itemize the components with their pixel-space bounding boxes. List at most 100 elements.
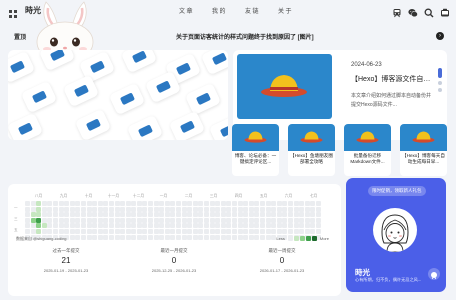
contribution-cell[interactable] [293,228,299,234]
contribution-cell[interactable] [125,228,131,234]
contribution-cell[interactable] [92,234,98,240]
contribution-cell[interactable] [80,234,86,240]
contribution-cell[interactable] [198,201,204,206]
contribution-cell[interactable] [153,206,159,212]
contribution-cell[interactable] [209,234,215,240]
contribution-cell[interactable] [92,223,98,229]
contribution-cell[interactable] [120,228,126,234]
contribution-cell[interactable] [131,212,137,218]
contribution-cell[interactable] [181,201,187,206]
contribution-cell[interactable] [192,206,198,212]
carousel-dot[interactable] [438,88,442,92]
contribution-cell[interactable] [259,223,265,229]
contribution-cell[interactable] [265,234,271,240]
contribution-cell[interactable] [226,223,232,229]
contribution-cell[interactable] [114,223,120,229]
contribution-cell[interactable] [86,206,92,212]
contribution-cell[interactable] [254,217,260,223]
contribution-cell[interactable] [125,201,131,206]
contribution-cell[interactable] [41,212,47,218]
contribution-cell[interactable] [52,201,58,206]
contribution-cell[interactable] [299,212,305,218]
contribution-cell[interactable] [293,206,299,212]
contribution-cell[interactable] [271,212,277,218]
contribution-cell[interactable] [237,228,243,234]
contribution-cell[interactable] [142,212,148,218]
contribution-cell[interactable] [192,228,198,234]
contribution-cell[interactable] [136,206,142,212]
heatmap-source[interactable]: 数据来自 @shiguang-coding [16,236,67,242]
contribution-cell[interactable] [64,223,70,229]
contribution-cell[interactable] [254,201,260,206]
avatar[interactable] [373,208,417,252]
contribution-cell[interactable] [287,201,293,206]
contribution-cell[interactable] [204,228,209,234]
contribution-cell[interactable] [181,212,187,218]
contribution-cell[interactable] [170,217,176,223]
contribution-cell[interactable] [315,228,321,234]
contribution-cell[interactable] [204,217,209,223]
contribution-cell[interactable] [164,201,170,206]
article-card[interactable]: 批量备份迁移Markdown文件... [344,124,391,176]
contribution-cell[interactable] [209,217,215,223]
contribution-cell[interactable] [282,206,288,212]
contribution-cell[interactable] [58,206,64,212]
contribution-cell[interactable] [108,206,114,212]
contribution-cell[interactable] [226,206,232,212]
contribution-cell[interactable] [181,206,187,212]
contribution-cell[interactable] [52,217,58,223]
contribution-cell[interactable] [287,217,293,223]
contribution-cell[interactable] [231,201,237,206]
contribution-cell[interactable] [187,212,193,218]
contribution-cell[interactable] [254,228,260,234]
contribution-cell[interactable] [108,228,114,234]
contribution-cell[interactable] [215,223,221,229]
contribution-cell[interactable] [215,228,221,234]
arrow-right-icon[interactable]: › [436,32,444,40]
contribution-cell[interactable] [159,206,165,212]
contribution-cell[interactable] [209,212,215,218]
contribution-cell[interactable] [164,223,170,229]
contribution-cell[interactable] [176,234,182,240]
contribution-cell[interactable] [97,228,103,234]
contribution-cell[interactable] [142,234,148,240]
contribution-cell[interactable] [114,206,120,212]
nav-item-friends[interactable]: 友链 [236,6,269,15]
contribution-cell[interactable] [248,206,254,212]
contribution-cell[interactable] [75,217,81,223]
contribution-cell[interactable] [125,206,131,212]
theme-icon[interactable] [440,5,450,17]
contribution-cell[interactable] [254,206,260,212]
contribution-cell[interactable] [41,201,47,206]
contribution-cell[interactable] [310,223,316,229]
contribution-cell[interactable] [36,201,42,206]
contribution-cell[interactable] [75,212,81,218]
contribution-cell[interactable] [276,217,282,223]
contribution-cell[interactable] [248,228,254,234]
contribution-cell[interactable] [80,206,86,212]
contribution-cell[interactable] [103,234,109,240]
contribution-cell[interactable] [198,206,204,212]
contribution-cell[interactable] [204,223,209,229]
contribution-cell[interactable] [64,228,70,234]
contribution-cell[interactable] [142,217,148,223]
contribution-cell[interactable] [226,234,232,240]
contribution-cell[interactable] [64,212,70,218]
contribution-cell[interactable] [30,206,36,212]
contribution-cell[interactable] [181,234,187,240]
contribution-cell[interactable] [310,217,316,223]
contribution-cell[interactable] [120,201,126,206]
contribution-cell[interactable] [64,206,70,212]
contribution-cell[interactable] [86,234,92,240]
contribution-cell[interactable] [47,201,53,206]
contribution-cell[interactable] [243,212,249,218]
contribution-cell[interactable] [170,223,176,229]
contribution-cell[interactable] [69,217,75,223]
contribution-cell[interactable] [120,234,126,240]
contribution-cell[interactable] [187,234,193,240]
contribution-cell[interactable] [271,228,277,234]
contribution-cell[interactable] [209,201,215,206]
contribution-cell[interactable] [254,223,260,229]
contribution-cell[interactable] [248,234,254,240]
contribution-cell[interactable] [69,206,75,212]
